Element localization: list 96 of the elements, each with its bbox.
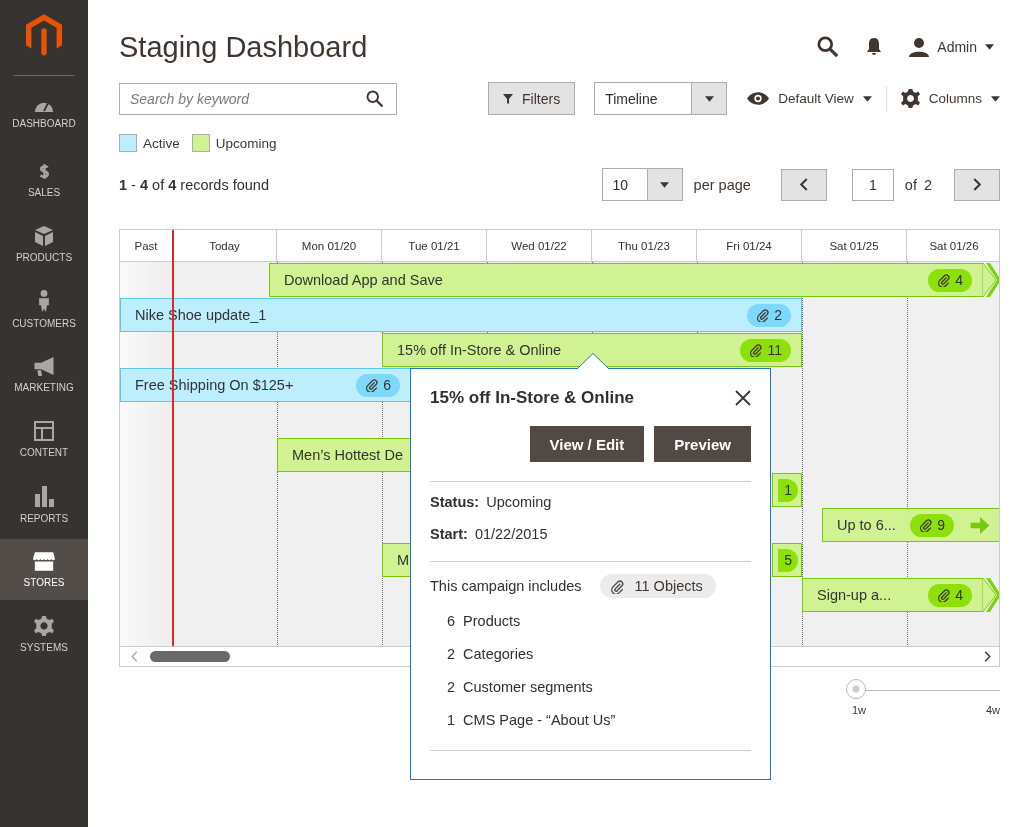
object-label: Products xyxy=(463,612,521,629)
box-icon xyxy=(35,226,53,246)
column-header: Today xyxy=(173,230,277,261)
user-icon xyxy=(909,37,930,57)
column-header: Wed 01/22 xyxy=(487,230,592,261)
start-label: Start: xyxy=(430,526,468,542)
eye-icon xyxy=(747,92,770,105)
objects-chip: 11 Objects xyxy=(599,574,716,598)
paperclip-icon xyxy=(919,518,934,532)
paperclip-icon xyxy=(937,588,952,602)
column-header: Mon 01/20 xyxy=(277,230,382,261)
legend-label: Upcoming xyxy=(215,135,277,151)
includes-label: This campaign includes xyxy=(430,578,582,594)
chevron-left-icon xyxy=(799,178,808,191)
campaign-bar[interactable]: M xyxy=(382,543,411,577)
nav-item[interactable]: CONTENT xyxy=(0,409,88,470)
popover-button[interactable]: View / Edit xyxy=(529,426,645,462)
status-label: Status: xyxy=(430,494,480,510)
column-header: Sat 01/26 xyxy=(928,238,980,254)
caret-icon xyxy=(660,181,670,188)
layout-icon xyxy=(34,421,54,441)
bell-icon[interactable] xyxy=(867,38,882,56)
object-label: Categories xyxy=(463,645,534,662)
per-page-label: per page xyxy=(693,176,751,193)
user-menu[interactable]: Admin xyxy=(909,37,994,57)
nav-item[interactable]: CUSTOMERS xyxy=(0,279,88,340)
search-field[interactable]: Search by keyword xyxy=(119,82,397,115)
zoom-max-label: 4w xyxy=(985,704,1000,716)
chevron-right-icon xyxy=(973,178,981,191)
page-total: 2 xyxy=(923,176,932,193)
close-icon[interactable] xyxy=(735,390,751,406)
search-icon[interactable] xyxy=(366,89,384,108)
caret-icon xyxy=(862,95,872,102)
nav-item[interactable]: PRODUCTS xyxy=(0,214,88,275)
filter-icon xyxy=(503,93,514,104)
object-label: CMS Page - “About Us” xyxy=(463,711,616,728)
paperclip-icon xyxy=(937,273,952,287)
gauge-icon xyxy=(33,100,55,112)
paperclip-icon xyxy=(749,343,764,357)
start-value: 01/22/2015 xyxy=(474,526,548,542)
megaphone-icon xyxy=(34,356,54,376)
page-field[interactable]: 1 xyxy=(851,168,894,201)
campaign-bar[interactable]: 15% off In-Store & Online 11 xyxy=(382,333,802,367)
nav-item[interactable]: REPORTS xyxy=(0,474,88,535)
campaign-bar[interactable]: Men’s Hottest De xyxy=(277,438,411,472)
dollar-icon xyxy=(37,161,51,181)
status-value: Upcoming xyxy=(486,494,552,510)
column-header: Tue 01/21 xyxy=(382,230,487,261)
caret-icon xyxy=(985,44,994,50)
column-header: Past xyxy=(120,230,173,261)
filters-button[interactable]: Filters xyxy=(488,82,576,115)
zoom-min-label: 1w xyxy=(852,704,867,716)
columns-menu[interactable]: Columns xyxy=(900,89,1000,108)
paperclip-icon xyxy=(365,378,380,392)
nav-item[interactable]: SALES xyxy=(0,149,88,210)
slider-handle[interactable] xyxy=(846,679,866,699)
campaign-bar[interactable]: Up to 6... 9 xyxy=(822,508,999,542)
campaign-bar[interactable]: 5 xyxy=(772,543,802,577)
campaign-bar[interactable]: 1 xyxy=(772,473,802,507)
page-title: Staging Dashboard xyxy=(119,30,368,64)
gear-icon xyxy=(900,89,920,108)
object-count: 2 xyxy=(447,645,456,662)
scroll-left-icon[interactable] xyxy=(131,651,138,662)
nav-item[interactable]: MARKETING xyxy=(0,344,88,405)
caret-icon xyxy=(991,95,1000,102)
nav-item[interactable]: SYSTEMS xyxy=(0,604,88,665)
object-count: 2 xyxy=(447,678,456,695)
person-icon xyxy=(39,290,49,312)
popover-title: 15% off In-Store & Online xyxy=(430,388,635,408)
caret-icon xyxy=(704,95,714,102)
paperclip-icon xyxy=(756,308,771,322)
bar-chart-icon xyxy=(34,485,54,507)
search-icon[interactable] xyxy=(817,36,840,58)
scrollbar-thumb[interactable] xyxy=(150,651,230,662)
previous-page-button[interactable] xyxy=(780,168,827,201)
object-label: Customer segments xyxy=(463,678,593,695)
column-header: Thu 01/23 xyxy=(592,230,697,261)
legend-label: Active xyxy=(143,135,180,151)
nav-item[interactable]: DASHBOARD xyxy=(0,84,88,145)
storefront-icon xyxy=(33,551,55,571)
next-page-button[interactable] xyxy=(954,168,1000,201)
scroll-right-icon[interactable] xyxy=(984,651,991,662)
records-count: 1 - 4 of 4 records found xyxy=(119,176,269,193)
popover-button[interactable]: Preview xyxy=(654,426,751,462)
logo[interactable] xyxy=(26,14,62,56)
object-count: 6 xyxy=(447,612,456,629)
default-view-menu[interactable]: Default View xyxy=(747,91,872,106)
object-count: 1 xyxy=(447,711,456,728)
view-mode-select[interactable]: Timeline xyxy=(594,82,728,115)
paperclip-icon xyxy=(609,578,625,594)
gear-icon xyxy=(34,616,54,636)
per-page-select[interactable]: 10 xyxy=(601,168,683,201)
nav-item[interactable]: STORES xyxy=(0,539,88,600)
column-header: Fri 01/24 xyxy=(697,230,802,261)
column-header: Sat 01/25 xyxy=(802,230,907,261)
page-of-label: of xyxy=(904,176,917,193)
